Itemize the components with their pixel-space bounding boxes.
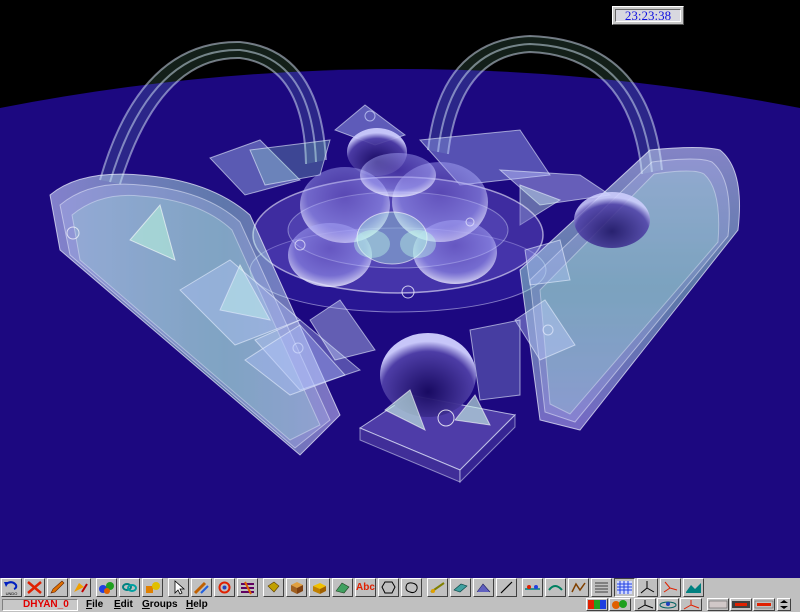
render-mode-button[interactable]	[586, 598, 608, 611]
axes-tilt-icon	[663, 581, 678, 593]
pan-button[interactable]	[680, 598, 702, 611]
plane-icon	[453, 583, 468, 593]
spheres-icon	[99, 582, 114, 594]
shapes-icon	[146, 582, 160, 593]
undo-icon	[4, 581, 18, 590]
delete-button[interactable]	[24, 578, 45, 597]
view-axes-button[interactable]	[634, 598, 656, 611]
pen-tool-button[interactable]	[191, 578, 212, 597]
3d-viewport[interactable]	[0, 0, 800, 578]
group-icon	[525, 585, 540, 590]
menu-groups[interactable]: Groups	[142, 599, 178, 611]
axes-icon	[640, 581, 655, 594]
line-button[interactable]	[427, 578, 448, 597]
menu-help-label: elp	[193, 599, 208, 610]
terrain-button[interactable]	[683, 578, 704, 597]
orbit-icon	[659, 601, 677, 609]
undo-button[interactable]: UNDO	[1, 578, 22, 597]
menu-file[interactable]: File	[86, 599, 103, 611]
arrow-cursor-icon	[174, 580, 186, 595]
path-icon	[571, 582, 586, 593]
box-icon	[313, 583, 326, 594]
slash-button[interactable]	[496, 578, 517, 597]
box-button[interactable]	[309, 578, 330, 597]
viewport-single-icon	[708, 600, 728, 609]
curve-button[interactable]	[545, 578, 566, 597]
orbit-button[interactable]	[657, 598, 679, 611]
grid-button[interactable]	[614, 578, 635, 597]
menu-edit-hotkey: E	[114, 599, 121, 610]
pencil-button[interactable]	[47, 578, 68, 597]
menu-help[interactable]: Help	[186, 599, 208, 611]
fill-button[interactable]	[70, 578, 91, 597]
scroll-spinner-button[interactable]	[777, 598, 791, 611]
clock-text: 23:23:38	[615, 9, 681, 22]
group-button[interactable]	[522, 578, 543, 597]
list-icon	[595, 582, 608, 593]
blob-icon	[405, 582, 418, 594]
viewport-dark-icon	[732, 601, 750, 608]
list-button[interactable]	[591, 578, 612, 597]
menu-file-label: ile	[92, 599, 104, 610]
polygon-button[interactable]	[378, 578, 399, 597]
color-mode-button[interactable]	[609, 598, 631, 611]
cube-button[interactable]	[286, 578, 307, 597]
text-icon: Abc	[356, 582, 375, 593]
sweep-icon	[476, 583, 491, 593]
curve-icon	[548, 585, 563, 591]
polygon-icon	[381, 581, 396, 594]
sweep-button[interactable]	[473, 578, 494, 597]
link-icon	[122, 583, 137, 592]
viewport-split-icon	[754, 600, 774, 609]
menu-groups-hotkey: G	[142, 599, 150, 610]
undo-label: UNDO	[6, 591, 18, 596]
rotate-icon	[218, 581, 231, 594]
prism-icon	[335, 582, 350, 594]
paint-bucket-button[interactable]	[263, 578, 284, 597]
up-down-arrows-icon	[780, 600, 788, 609]
grid-icon	[617, 581, 632, 594]
pan-icon	[683, 600, 700, 610]
menu-edit-label: dit	[120, 599, 133, 610]
toolbar: UNDO Abc	[0, 578, 800, 598]
blob-button[interactable]	[401, 578, 422, 597]
paint-bucket-icon	[267, 581, 280, 593]
layers-button[interactable]	[237, 578, 258, 597]
render-mode-icon	[588, 600, 606, 609]
menu-edit[interactable]: Edit	[114, 599, 133, 611]
terrain-icon	[686, 583, 701, 593]
axes-tilt-button[interactable]	[660, 578, 681, 597]
select-button[interactable]	[168, 578, 189, 597]
scene-render	[0, 0, 800, 578]
cube-icon	[291, 582, 303, 594]
menu-bar: DHYAN_0 File Edit Groups Help	[0, 598, 800, 612]
rotate-button[interactable]	[214, 578, 235, 597]
line-icon	[430, 582, 445, 593]
document-name: DHYAN_0	[2, 599, 78, 611]
view-axes-icon	[637, 600, 654, 610]
axes-button[interactable]	[637, 578, 658, 597]
menu-groups-label: roups	[149, 599, 178, 610]
prism-button[interactable]	[332, 578, 353, 597]
spheres-button[interactable]	[96, 578, 117, 597]
pen-icon	[193, 581, 209, 595]
plane-button[interactable]	[450, 578, 471, 597]
pencil-icon	[50, 580, 65, 594]
link-button[interactable]	[119, 578, 140, 597]
viewport-split-button[interactable]	[753, 598, 775, 611]
clock-display: 23:23:38	[612, 6, 684, 25]
text-button[interactable]: Abc	[355, 578, 376, 597]
viewport-dark-button[interactable]	[730, 598, 752, 611]
paint-icon	[74, 583, 88, 593]
viewport-single-button[interactable]	[707, 598, 729, 611]
path-button[interactable]	[568, 578, 589, 597]
shapes-button[interactable]	[142, 578, 163, 597]
color-mode-icon	[612, 600, 627, 609]
cross-icon	[27, 581, 42, 594]
slash-icon	[500, 581, 513, 594]
layers-icon	[241, 581, 254, 595]
